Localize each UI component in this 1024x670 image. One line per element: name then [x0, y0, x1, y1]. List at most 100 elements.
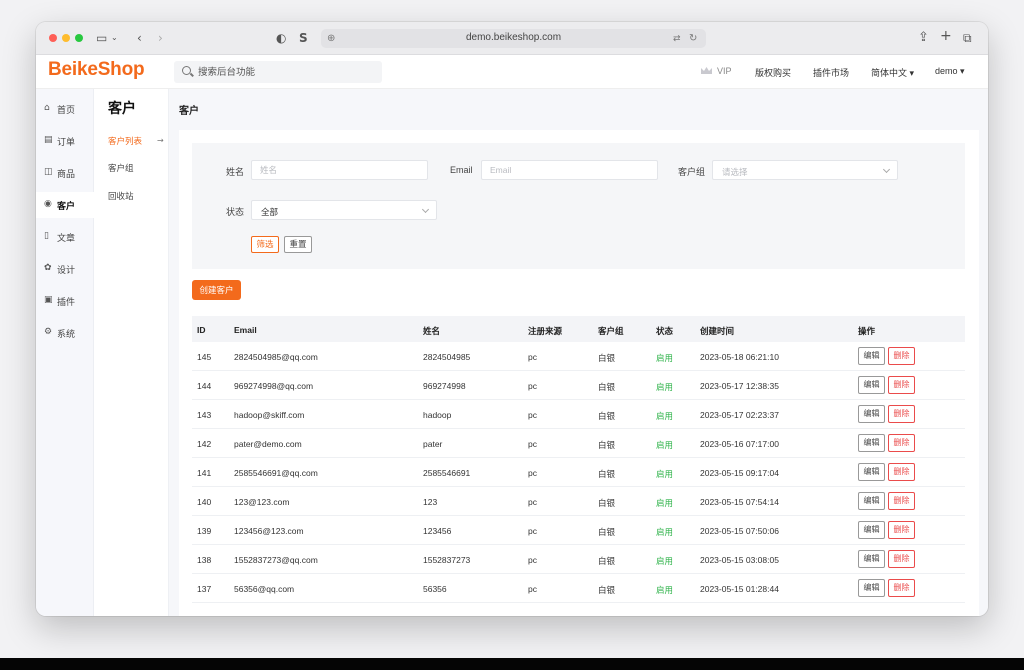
back-icon[interactable]: ‹: [137, 30, 142, 46]
cell-group: 白银: [598, 498, 616, 508]
edit-button[interactable]: 编辑: [858, 579, 885, 597]
cell-created: 2023-05-15 07:50:06: [700, 526, 779, 536]
cell-name: 56356: [423, 584, 447, 594]
delete-button[interactable]: 删除: [888, 521, 915, 539]
column-header-group: 客户组: [598, 326, 624, 336]
reload-icon[interactable]: ↻: [689, 31, 697, 47]
sidebar-item-customers[interactable]: ◉ 客户: [36, 192, 94, 218]
status-select[interactable]: 全部: [251, 200, 437, 220]
edit-button[interactable]: 编辑: [858, 492, 885, 510]
delete-button[interactable]: 删除: [888, 463, 915, 481]
column-header-created: 创建时间: [700, 326, 735, 336]
search-box[interactable]: [174, 61, 382, 83]
cell-status: 启用: [656, 556, 674, 566]
edit-button[interactable]: 编辑: [858, 434, 885, 452]
browser-window: ▭ ⌄ ‹ › ◐ S ⊕ demo.beikeshop.com ⇄ ↻ ⇪ +…: [36, 22, 988, 616]
delete-button[interactable]: 删除: [888, 376, 915, 394]
forward-icon[interactable]: ›: [158, 30, 163, 46]
cell-created: 2023-05-17 12:38:35: [700, 381, 779, 391]
plugin-market-link[interactable]: 插件市场: [813, 66, 849, 79]
new-tab-icon[interactable]: +: [940, 28, 952, 44]
extension-icon[interactable]: S: [299, 30, 308, 46]
cell-id: 145: [197, 352, 212, 362]
cell-email: 123@123.com: [234, 497, 290, 507]
delete-button[interactable]: 删除: [888, 550, 915, 568]
license-purchase-link[interactable]: 版权购买: [755, 66, 791, 79]
cell-group: 白银: [598, 527, 616, 537]
sidebar-item-design[interactable]: ✿ 设计: [36, 256, 94, 282]
user-menu[interactable]: demo ▾: [935, 66, 965, 77]
vip-link[interactable]: VIP: [717, 66, 732, 76]
email-field[interactable]: [481, 160, 658, 180]
delete-button[interactable]: 删除: [888, 579, 915, 597]
cell-source: pc: [528, 555, 537, 565]
create-customer-button[interactable]: 创建客户: [192, 280, 241, 300]
delete-button[interactable]: 删除: [888, 347, 915, 365]
sidebar-item-orders[interactable]: ▤ 订单: [36, 128, 94, 154]
close-window-button[interactable]: [49, 34, 57, 42]
cell-status: 启用: [656, 440, 674, 450]
submenu-item-recycle-bin[interactable]: 回收站: [108, 190, 134, 202]
customer-group-select[interactable]: 请选择: [712, 160, 898, 180]
chevron-down-icon: [421, 205, 430, 214]
edit-button[interactable]: 编辑: [858, 405, 885, 423]
cell-source: pc: [528, 497, 537, 507]
status-label: 状态: [226, 207, 245, 217]
article-icon: ▯: [44, 231, 49, 241]
name-field[interactable]: [251, 160, 428, 180]
cell-id: 137: [197, 584, 212, 594]
delete-button[interactable]: 删除: [888, 434, 915, 452]
edit-button[interactable]: 编辑: [858, 550, 885, 568]
delete-button[interactable]: 删除: [888, 405, 915, 423]
submenu-item-customer-group[interactable]: 客户组: [108, 162, 134, 174]
table-row: 138 1552837273@qq.com 1552837273 pc 白银 启用 2023…: [192, 545, 965, 574]
cell-created: 2023-05-15 03:08:05: [700, 555, 779, 565]
cell-group: 白银: [598, 585, 616, 595]
sidebar-item-products[interactable]: ◫ 商品: [36, 160, 94, 186]
column-header-id: ID: [197, 325, 206, 335]
zoom-window-button[interactable]: [75, 34, 83, 42]
share-icon[interactable]: ⇪: [918, 30, 929, 46]
sidebar-item-articles[interactable]: ▯ 文章: [36, 224, 94, 250]
customer-card: 姓名 Email 客户组 请选择 状态 全部 筛选 重置 创建客户: [179, 130, 979, 616]
privacy-shield-icon[interactable]: ◐: [276, 30, 286, 46]
cell-email: 969274998@qq.com: [234, 381, 314, 391]
address-bar[interactable]: ⊕ demo.beikeshop.com ⇄ ↻: [321, 29, 706, 48]
filter-button[interactable]: 筛选: [251, 236, 279, 253]
table-row: 145 2824504985@qq.com 2824504985 pc 白银 启用 2023…: [192, 342, 965, 371]
translate-icon[interactable]: ⇄: [673, 31, 681, 47]
edit-button[interactable]: 编辑: [858, 347, 885, 365]
sidebar-item-label: 商品: [57, 169, 76, 179]
minimize-window-button[interactable]: [62, 34, 70, 42]
sidebar-item-home[interactable]: ⌂ 首页: [36, 96, 94, 122]
logo[interactable]: BeikeShop: [48, 59, 145, 81]
sidebar-item-plugins[interactable]: ▣ 插件: [36, 288, 94, 314]
table-header: ID Email 姓名 注册来源 客户组 状态 创建时间 操作: [192, 316, 965, 342]
table-row: 139 123456@123.com 123456 pc 白银 启用 2023-05-15 …: [192, 516, 965, 545]
system-icon: ⚙: [44, 327, 53, 337]
cell-source: pc: [528, 352, 537, 362]
cell-status: 启用: [656, 411, 674, 421]
edit-button[interactable]: 编辑: [858, 521, 885, 539]
submenu-item-customer-list[interactable]: 客户列表: [108, 135, 142, 147]
sidebar-item-system[interactable]: ⚙ 系统: [36, 320, 94, 346]
column-header-email: Email: [234, 325, 257, 335]
cell-group: 白银: [598, 382, 616, 392]
sidebar-toggle-icon[interactable]: ▭: [96, 30, 107, 46]
search-input[interactable]: [198, 64, 376, 80]
page-title: 客户: [179, 106, 199, 117]
reset-button[interactable]: 重置: [284, 236, 312, 253]
edit-button[interactable]: 编辑: [858, 463, 885, 481]
tab-overview-icon[interactable]: ⧉: [963, 30, 972, 46]
table-row: 143 hadoop@skiff.com hadoop pc 白银 启用 2023-05-1…: [192, 400, 965, 429]
language-dropdown[interactable]: 简体中文 ▾: [871, 66, 914, 79]
chevron-down-icon[interactable]: ⌄: [111, 30, 118, 46]
delete-button[interactable]: 删除: [888, 492, 915, 510]
cell-status: 启用: [656, 498, 674, 508]
crown-icon: [701, 67, 712, 74]
cell-group: 白银: [598, 469, 616, 479]
browser-toolbar: ▭ ⌄ ‹ › ◐ S ⊕ demo.beikeshop.com ⇄ ↻ ⇪ +…: [36, 22, 988, 55]
plugin-icon: ▣: [44, 295, 53, 305]
sidebar-item-label: 文章: [57, 233, 76, 243]
edit-button[interactable]: 编辑: [858, 376, 885, 394]
